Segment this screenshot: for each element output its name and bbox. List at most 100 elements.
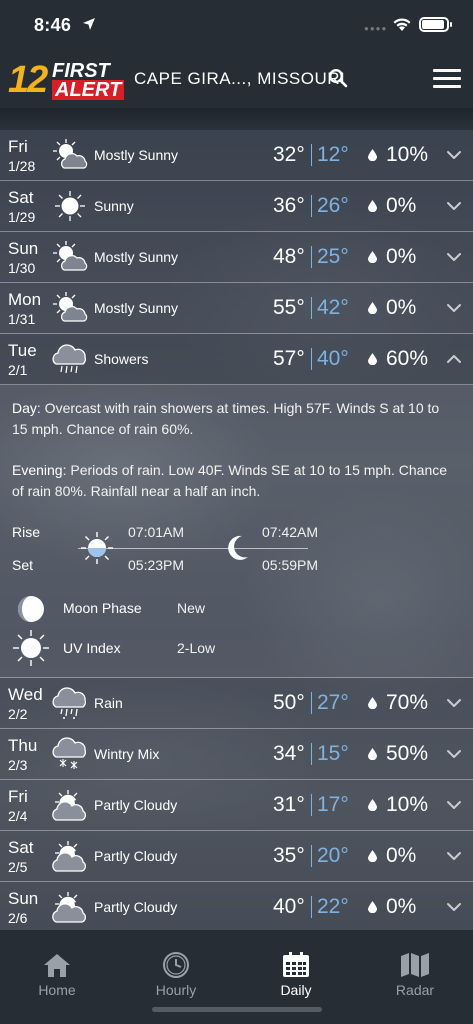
day-details-panel: Day: Overcast with rain showers at times… — [0, 385, 473, 678]
set-label: Set — [12, 557, 34, 573]
row-condition: Partly Cloudy — [94, 797, 178, 813]
chevron-down-icon[interactable] — [446, 849, 462, 863]
row-day: Sun — [8, 239, 39, 258]
day-text: : Overcast with rain showers at times. H… — [12, 400, 440, 437]
row-precip: 0% — [386, 245, 417, 268]
status-time: 8:46 — [34, 15, 72, 35]
row-condition: Wintry Mix — [94, 746, 160, 762]
raindrop-icon — [368, 799, 377, 811]
temp-divider — [311, 692, 312, 714]
logo-alert: ALERT — [52, 80, 125, 100]
chevron-down-icon[interactable] — [446, 250, 462, 264]
crescent-moon-icon — [228, 535, 248, 560]
tab-hourly[interactable]: Hourly — [117, 952, 235, 998]
row-precip: 50% — [386, 742, 429, 765]
forecast-row-3[interactable]: Mon 1/31 Mostly Sunny 55° 42° 0% — [0, 283, 473, 334]
forecast-row-5[interactable]: Wed 2/2 Rain 50° 27° 70% — [0, 678, 473, 729]
forecast-row-4[interactable]: Tue 2/1 Showers 57° 40° 60% — [0, 334, 473, 385]
row-date: 1/30 — [8, 260, 36, 276]
search-icon[interactable] — [328, 68, 348, 88]
chevron-up-icon[interactable] — [446, 352, 462, 366]
chevron-down-icon[interactable] — [446, 900, 462, 914]
moon-phase-label: Moon Phase — [63, 600, 142, 616]
row-precip: 10% — [386, 793, 429, 816]
tab-home[interactable]: Home — [0, 952, 116, 998]
raindrop-icon — [368, 302, 377, 314]
raindrop-icon — [368, 251, 377, 263]
chevron-down-icon[interactable] — [446, 747, 462, 761]
wifi-icon — [393, 18, 411, 31]
row-condition: Mostly Sunny — [94, 147, 179, 163]
raindrop-icon — [368, 149, 377, 161]
row-precip: 70% — [386, 691, 429, 714]
moon-phase-icon — [18, 596, 44, 622]
hamburger-menu-icon[interactable] — [433, 69, 461, 89]
logo-number: 12 — [8, 59, 48, 101]
row-condition: Mostly Sunny — [94, 300, 179, 316]
chevron-down-icon[interactable] — [446, 199, 462, 213]
row-precip: 10% — [386, 143, 429, 166]
forecast-row-2[interactable]: Sun 1/30 Mostly Sunny 48° 25° 0% — [0, 232, 473, 283]
day-description: Day: Overcast with rain showers at times… — [12, 398, 452, 440]
row-high: 36° — [273, 194, 305, 217]
mostly-sunny-icon — [53, 139, 88, 169]
evening-label: Evening — [12, 462, 63, 478]
rain-icon — [52, 687, 87, 719]
row-day: Mon — [8, 290, 42, 309]
tab-daily[interactable]: Daily — [237, 952, 355, 998]
chevron-down-icon[interactable] — [446, 696, 462, 710]
row-day: Fri — [8, 787, 28, 806]
header-divider — [0, 108, 473, 130]
sunrise-time: 07:01AM — [128, 524, 185, 540]
row-high: 57° — [273, 347, 305, 370]
station-logo[interactable]: 12 FIRST ALERT — [8, 59, 125, 101]
tab-radar-label: Radar — [395, 982, 435, 998]
rise-label: Rise — [12, 524, 41, 540]
row-day: Thu — [8, 736, 38, 755]
chevron-down-icon[interactable] — [446, 148, 462, 162]
uv-index-label: UV Index — [63, 640, 121, 656]
location-title[interactable]: CAPE GIRA..., MISSOURI — [134, 69, 345, 89]
temp-divider — [311, 246, 312, 268]
row-condition: Rain — [94, 695, 123, 711]
row-condition: Partly Cloudy — [94, 899, 178, 915]
forecast-row-6[interactable]: Thu 2/3 Wintry Mix 34° 15° 50% — [0, 729, 473, 780]
row-day: Fri — [8, 137, 28, 156]
mostly-sunny-icon — [53, 241, 88, 271]
row-low: 40° — [317, 347, 349, 370]
row-high: 40° — [273, 895, 305, 918]
forecast-row-7[interactable]: Fri 2/4 Partly Cloudy 31° 17° 10% — [0, 780, 473, 831]
partly-cloudy-icon — [52, 841, 87, 872]
forecast-row-0[interactable]: Fri 1/28 Mostly Sunny 32° 12° 10% — [0, 130, 473, 181]
row-high: 50° — [273, 691, 305, 714]
row-date: 2/3 — [8, 757, 28, 773]
partly-cloudy-icon — [52, 790, 87, 821]
moonset-time: 05:59PM — [262, 557, 319, 573]
row-high: 55° — [273, 296, 305, 319]
app-header: 12 FIRST ALERT CAPE GIRA..., MISSOURI — [0, 50, 473, 108]
tab-radar[interactable]: Radar — [356, 952, 473, 998]
row-day: Sat — [8, 838, 34, 857]
forecast-row-9[interactable]: Sun 2/6 Partly Cloudy 40° 22° 0% — [0, 882, 473, 933]
row-day: Tue — [8, 341, 37, 360]
row-low: 15° — [317, 742, 349, 765]
chevron-down-icon[interactable] — [446, 301, 462, 315]
row-low: 25° — [317, 245, 349, 268]
row-low: 12° — [317, 143, 349, 166]
forecast-row-1[interactable]: Sat 1/29 Sunny 36° 26° 0% — [0, 181, 473, 232]
temp-divider — [311, 845, 312, 867]
row-low: 42° — [317, 296, 349, 319]
row-date: 1/29 — [8, 209, 36, 225]
row-date: 1/31 — [8, 311, 36, 327]
row-date: 2/4 — [8, 808, 28, 824]
row-day: Sun — [8, 889, 39, 908]
row-date: 2/2 — [8, 706, 28, 722]
chevron-down-icon[interactable] — [446, 798, 462, 812]
temp-divider — [311, 896, 312, 918]
raindrop-icon — [368, 697, 377, 709]
row-high: 35° — [273, 844, 305, 867]
row-low: 17° — [317, 793, 349, 816]
forecast-row-8[interactable]: Sat 2/5 Partly Cloudy 35° 20° 0% — [0, 831, 473, 882]
row-precip: 0% — [386, 844, 417, 867]
daily-forecast-list: Fri 1/28 Mostly Sunny 32° 12° 10% Sat 1/… — [0, 130, 473, 933]
